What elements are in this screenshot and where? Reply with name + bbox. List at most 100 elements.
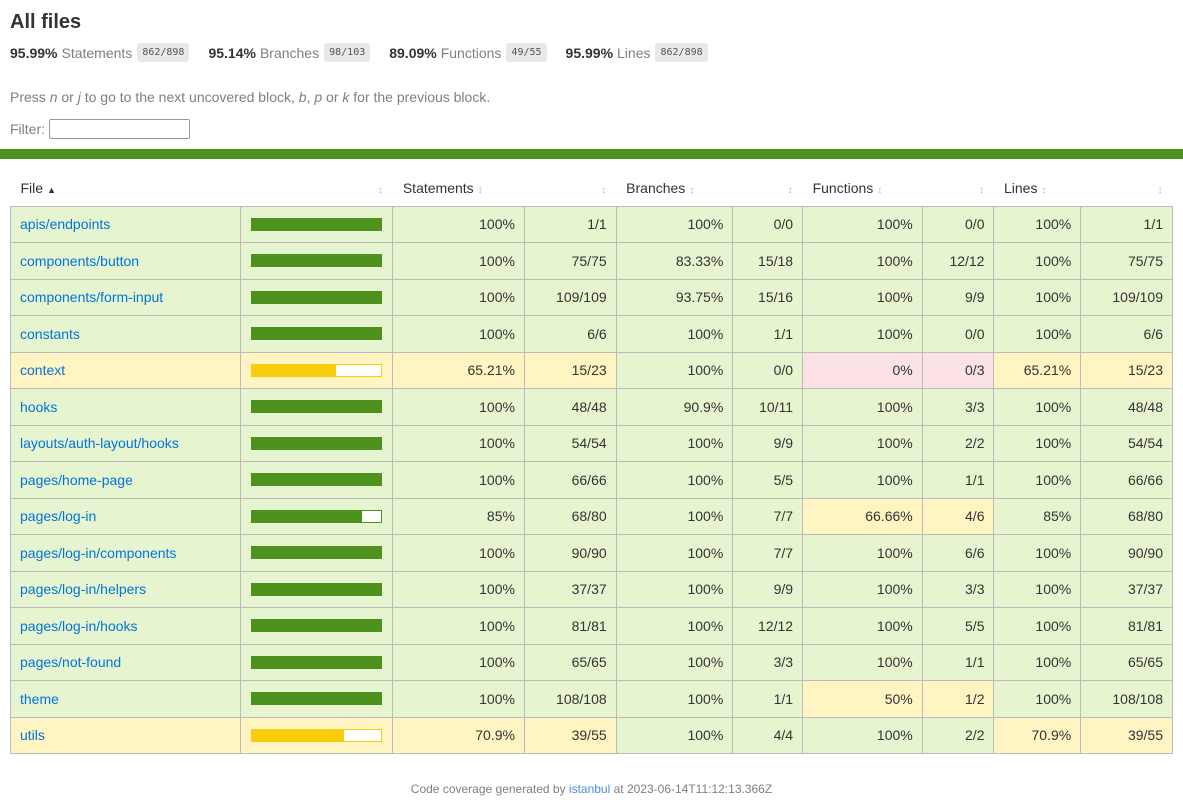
coverage-bar-fill xyxy=(252,693,382,705)
lines-frac: 6/6 xyxy=(1080,315,1173,353)
functions-frac: 9/9 xyxy=(921,278,995,316)
file-cell: pages/log-in/hooks xyxy=(9,607,242,645)
sort-icon[interactable]: ↕ xyxy=(378,185,383,196)
summary-fraction: 862/898 xyxy=(655,43,708,62)
sort-icon[interactable]: ↕ xyxy=(788,185,793,196)
sort-ascending-icon[interactable]: ▲ xyxy=(47,185,56,195)
coverage-bar-cell xyxy=(240,534,394,572)
functions-frac: 0/3 xyxy=(921,351,995,389)
functions-pct: 50% xyxy=(802,680,923,718)
column-header-statements[interactable]: Statements ↕ xyxy=(393,170,525,206)
file-link[interactable]: hooks xyxy=(20,399,57,415)
functions-pct: 100% xyxy=(802,607,923,645)
statements-pct: 100% xyxy=(392,680,525,718)
table-row: utils 70.9% 39/55 100% 4/4 100% 2/2 70.9% 39/55 xyxy=(9,716,1173,754)
lines-frac: 108/108 xyxy=(1080,680,1173,718)
coverage-bar xyxy=(251,582,383,596)
branches-frac: 1/1 xyxy=(732,315,804,353)
file-link[interactable]: pages/home-page xyxy=(20,472,133,488)
sort-icon[interactable]: ↕ xyxy=(877,185,882,196)
coverage-bar-fill xyxy=(252,620,382,632)
column-header-file[interactable]: File ▲ xyxy=(11,170,241,206)
lines-pct: 100% xyxy=(993,278,1082,316)
file-link[interactable]: components/button xyxy=(20,253,139,269)
statements-frac: 6/6 xyxy=(523,315,617,353)
statements-pct: 100% xyxy=(392,607,525,645)
coverage-bar xyxy=(251,546,383,560)
lines-frac: 68/80 xyxy=(1080,497,1173,535)
file-link[interactable]: theme xyxy=(20,691,59,707)
statements-frac: 108/108 xyxy=(523,680,617,718)
hint-key: b xyxy=(298,89,307,105)
hint-text: to go to the next uncovered block, xyxy=(80,89,299,105)
branches-frac: 15/16 xyxy=(732,278,804,316)
sort-icon[interactable]: ↕ xyxy=(689,185,694,196)
functions-frac: 5/5 xyxy=(921,607,995,645)
keyboard-hint: Press n or j to go to the next uncovered… xyxy=(10,89,1173,105)
functions-frac: 12/12 xyxy=(921,242,995,280)
coverage-bar-cell xyxy=(240,570,394,608)
file-cell: layouts/auth-layout/hooks xyxy=(9,424,242,462)
functions-pct: 0% xyxy=(802,351,923,389)
coverage-bar xyxy=(251,436,383,450)
column-header-lines[interactable]: Lines ↕ xyxy=(994,170,1081,206)
sort-icon[interactable]: ↕ xyxy=(478,185,483,196)
column-header-branches[interactable]: Branches ↕ xyxy=(616,170,733,206)
footer-suffix: at 2023-06-14T11:12:13.366Z xyxy=(610,782,773,796)
statements-pct: 100% xyxy=(392,388,525,426)
file-link[interactable]: pages/not-found xyxy=(20,654,121,670)
file-link[interactable]: pages/log-in/components xyxy=(20,545,176,561)
summary-fraction: 98/103 xyxy=(324,43,371,62)
statements-pct: 100% xyxy=(392,643,525,681)
column-header-sub-7[interactable]: ↕ xyxy=(922,170,994,206)
branches-pct: 90.9% xyxy=(615,388,734,426)
file-link[interactable]: pages/log-in xyxy=(20,508,96,524)
statements-pct: 100% xyxy=(392,424,525,462)
functions-pct: 100% xyxy=(802,315,923,353)
file-cell: pages/not-found xyxy=(9,643,242,681)
sort-icon[interactable]: ↕ xyxy=(979,185,984,196)
file-link[interactable]: constants xyxy=(20,326,80,342)
lines-frac: 66/66 xyxy=(1080,461,1173,499)
filter-input[interactable] xyxy=(49,119,190,139)
statements-frac: 66/66 xyxy=(523,461,617,499)
file-link[interactable]: utils xyxy=(20,727,45,743)
column-header-sub-5[interactable]: ↕ xyxy=(733,170,803,206)
file-link[interactable]: components/form-input xyxy=(20,289,163,305)
statements-pct: 65.21% xyxy=(392,351,525,389)
branches-pct: 93.75% xyxy=(615,278,734,316)
column-header-sub-3[interactable]: ↕ xyxy=(524,170,616,206)
column-header-functions[interactable]: Functions ↕ xyxy=(803,170,923,206)
file-link[interactable]: pages/log-in/hooks xyxy=(20,618,138,634)
table-row: components/button 100% 75/75 83.33% 15/18 100… xyxy=(9,242,1173,280)
lines-pct: 100% xyxy=(993,461,1082,499)
column-header-sub-1[interactable]: ↕ xyxy=(241,170,393,206)
table-row: apis/endpoints 100% 1/1 100% 0/0 100% 0/0 100% 1… xyxy=(9,205,1173,243)
functions-frac: 3/3 xyxy=(921,570,995,608)
branches-frac: 10/11 xyxy=(732,388,804,426)
coverage-bar-fill xyxy=(252,291,382,303)
coverage-bar-fill xyxy=(252,401,382,413)
branches-pct: 100% xyxy=(615,607,734,645)
branches-pct: 100% xyxy=(615,205,734,243)
functions-pct: 100% xyxy=(802,643,923,681)
coverage-table: File ▲ ↕ Statements ↕ ↕ Branches ↕ ↕ Functions ↕ ↕ L… xyxy=(9,170,1173,754)
file-link[interactable]: context xyxy=(20,362,65,378)
lines-pct: 100% xyxy=(993,388,1082,426)
table-row: pages/log-in 85% 68/80 100% 7/7 66.66% 4/6 85% 6… xyxy=(9,497,1173,535)
file-link[interactable]: layouts/auth-layout/hooks xyxy=(20,435,179,451)
statements-pct: 100% xyxy=(392,205,525,243)
lines-pct: 100% xyxy=(993,607,1082,645)
sort-icon[interactable]: ↕ xyxy=(1041,185,1046,196)
column-header-sub-9[interactable]: ↕ xyxy=(1081,170,1173,206)
sort-icon[interactable]: ↕ xyxy=(1158,185,1163,196)
sort-icon[interactable]: ↕ xyxy=(601,185,606,196)
istanbul-link[interactable]: istanbul xyxy=(569,782,610,796)
file-link[interactable]: apis/endpoints xyxy=(20,216,110,232)
statements-pct: 85% xyxy=(392,497,525,535)
branches-pct: 100% xyxy=(615,680,734,718)
statements-frac: 65/65 xyxy=(523,643,617,681)
file-link[interactable]: pages/log-in/helpers xyxy=(20,581,146,597)
statements-frac: 90/90 xyxy=(523,534,617,572)
coverage-bar-fill xyxy=(252,218,382,230)
